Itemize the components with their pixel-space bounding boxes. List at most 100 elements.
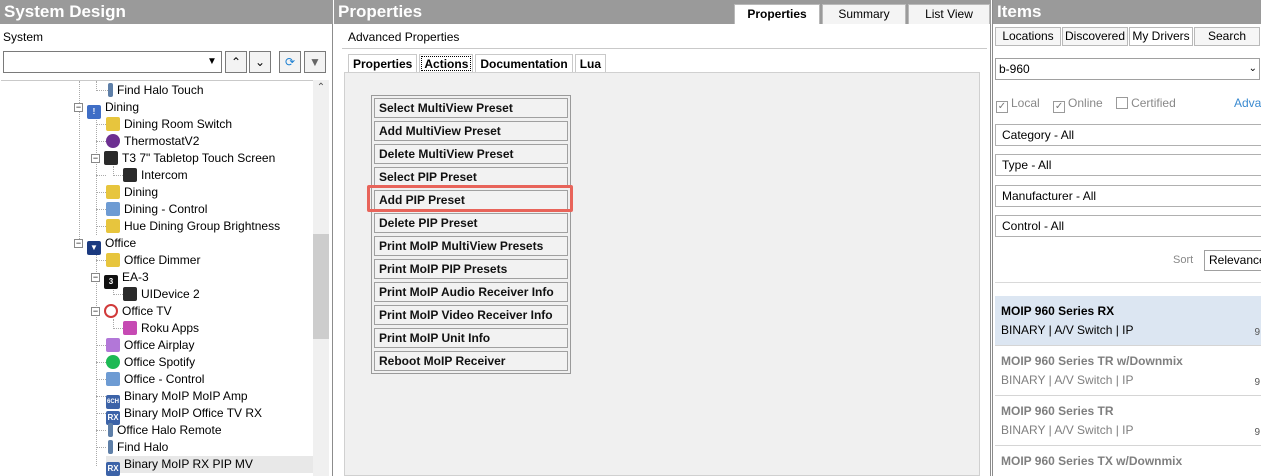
manufacturer-filter[interactable]: Manufacturer - All [995, 185, 1261, 207]
delete-multiview-preset-button[interactable]: Delete MultiView Preset [374, 144, 568, 164]
items-title: Items [993, 0, 1261, 24]
tree-item-dining-room[interactable]: −! Dining [74, 99, 139, 119]
tree-item[interactable]: − T3 7" Tabletop Touch Screen [91, 150, 275, 167]
chevron-down-icon: ⌄ [254, 55, 266, 69]
driver-search-input[interactable]: b-960 ⌄ [995, 58, 1260, 80]
tree-item[interactable]: UIDevice 2 [123, 286, 200, 303]
driver-list-item[interactable]: MOIP 960 Series TR w/Downmix BINARY | A/… [995, 346, 1261, 396]
tab-summary[interactable]: Summary [822, 4, 906, 24]
tab-search[interactable]: Search [1194, 27, 1260, 46]
collapse-icon[interactable]: − [91, 154, 100, 163]
print-moip-multiview-presets-button[interactable]: Print MoIP MultiView Presets [374, 236, 568, 256]
actions-list: Select MultiView Preset Add MultiView Pr… [371, 95, 571, 374]
tree-item[interactable]: Office Halo Remote [108, 422, 222, 439]
tree-item[interactable]: Dining [106, 184, 158, 201]
advanced-tabs: Properties Actions Documentation Lua [348, 54, 608, 73]
driver-list-item[interactable]: MOIP 960 Series RX BINARY | A/V Switch |… [995, 296, 1261, 346]
tree-item-selected[interactable]: RX Binary MoIP RX PIP MV [106, 456, 313, 476]
move-down-button[interactable]: ⌄ [249, 51, 271, 73]
sort-select[interactable]: Relevance [1204, 250, 1261, 271]
tab-discovered[interactable]: Discovered [1062, 27, 1128, 46]
advanced-properties-label: Advanced Properties [348, 30, 460, 44]
certified-checkbox[interactable]: Certified [1116, 96, 1176, 110]
type-filter[interactable]: Type - All [995, 154, 1261, 176]
chevron-down-icon: ⌄ [1248, 63, 1257, 74]
intercom-icon [123, 168, 137, 182]
collapse-icon[interactable]: − [91, 273, 100, 282]
select-multiview-preset-button[interactable]: Select MultiView Preset [374, 98, 568, 118]
tree-item[interactable]: Office Spotify [106, 354, 195, 371]
halo-remote-icon [108, 83, 113, 97]
apps-icon [123, 321, 137, 335]
tree-item[interactable]: Intercom [123, 167, 188, 184]
divider [995, 282, 1261, 283]
refresh-icon: ⟳ [284, 55, 296, 69]
system-label: System [3, 30, 44, 44]
tab-list-view[interactable]: List View [908, 4, 990, 24]
tree-item[interactable]: Office - Control [106, 371, 204, 388]
tree-item[interactable]: RX Binary MoIP Office TV RX [106, 405, 262, 425]
select-pip-preset-button[interactable]: Select PIP Preset [374, 167, 568, 187]
chevron-up-icon: ⌃ [230, 55, 242, 69]
scroll-thumb[interactable] [313, 234, 329, 339]
light-icon [106, 185, 120, 199]
thermostat-icon [106, 134, 120, 148]
properties-view-tabs: Properties Summary List View [732, 4, 990, 24]
scroll-up-icon[interactable]: ⌃ [313, 82, 329, 96]
tab-actions[interactable]: Actions [419, 54, 474, 73]
filter-button[interactable]: ▼ [304, 51, 326, 73]
airplay-icon [106, 338, 120, 352]
tv-icon [104, 304, 118, 318]
print-moip-audio-receiver-info-button[interactable]: Print MoIP Audio Receiver Info [374, 282, 568, 302]
light-icon [106, 219, 120, 233]
tree-scrollbar[interactable]: ⌃ [313, 80, 329, 476]
delete-pip-preset-button[interactable]: Delete PIP Preset [374, 213, 568, 233]
print-moip-video-receiver-info-button[interactable]: Print MoIP Video Receiver Info [374, 305, 568, 325]
tree-item[interactable]: Find Halo [108, 439, 168, 456]
tree-item[interactable]: ThermostatV2 [106, 133, 199, 150]
print-moip-pip-presets-button[interactable]: Print MoIP PIP Presets [374, 259, 568, 279]
add-multiview-preset-button[interactable]: Add MultiView Preset [374, 121, 568, 141]
tree-item[interactable]: Hue Dining Group Brightness [106, 218, 280, 235]
halo-remote-icon [108, 423, 113, 437]
refresh-button[interactable]: ⟳ [279, 51, 301, 73]
system-design-panel: System Design System ▼ ⌃ ⌄ ⟳ ▼ Find Halo… [0, 0, 333, 476]
collapse-icon[interactable]: − [91, 307, 100, 316]
advanced-link[interactable]: Adva [1234, 96, 1261, 110]
divider [342, 48, 987, 49]
tree-item[interactable]: 6CH Binary MoIP MoIP Amp [106, 388, 248, 409]
highlight-box [367, 185, 573, 212]
tab-lua[interactable]: Lua [574, 54, 607, 73]
system-combo[interactable]: ▼ [3, 51, 222, 73]
local-checkbox[interactable]: ✓ Local [996, 96, 1040, 113]
tree-item[interactable]: −3 EA-3 [91, 269, 149, 289]
reboot-moip-receiver-button[interactable]: Reboot MoIP Receiver [374, 351, 568, 371]
online-checkbox[interactable]: ✓ Online [1053, 96, 1103, 113]
tab-properties-inner[interactable]: Properties [348, 54, 418, 73]
light-icon [106, 253, 120, 267]
collapse-icon[interactable]: − [74, 103, 83, 112]
tree-item[interactable]: Dining Room Switch [106, 116, 232, 133]
category-filter[interactable]: Category - All [995, 124, 1261, 146]
move-up-button[interactable]: ⌃ [225, 51, 247, 73]
tree-item[interactable]: Find Halo Touch [108, 82, 204, 99]
tab-my-drivers[interactable]: My Drivers [1129, 27, 1193, 46]
tree-item-office-room[interactable]: − ▼ Office [74, 235, 136, 255]
tree-item[interactable]: − Office TV [91, 303, 172, 320]
spotify-icon [106, 355, 120, 369]
system-tree: Find Halo Touch −! Dining Dining Room Swi… [1, 80, 313, 476]
tab-documentation[interactable]: Documentation [475, 54, 573, 73]
tree-item[interactable]: Office Dimmer [106, 252, 200, 269]
control-filter[interactable]: Control - All [995, 215, 1261, 237]
collapse-icon[interactable]: − [74, 239, 83, 248]
print-moip-unit-info-button[interactable]: Print MoIP Unit Info [374, 328, 568, 348]
tab-locations[interactable]: Locations [995, 27, 1061, 46]
tree-item[interactable]: Roku Apps [123, 320, 199, 337]
tree-item[interactable]: Office Airplay [106, 337, 194, 354]
driver-list-item[interactable]: MOIP 960 Series TR BINARY | A/V Switch |… [995, 396, 1261, 446]
driver-list-item[interactable]: MOIP 960 Series TX w/Downmix [995, 446, 1261, 476]
rx-icon: RX [106, 462, 120, 476]
checkmark-icon: ✓ [996, 101, 1008, 113]
tab-properties[interactable]: Properties [734, 4, 820, 24]
tree-item[interactable]: Dining - Control [106, 201, 207, 218]
